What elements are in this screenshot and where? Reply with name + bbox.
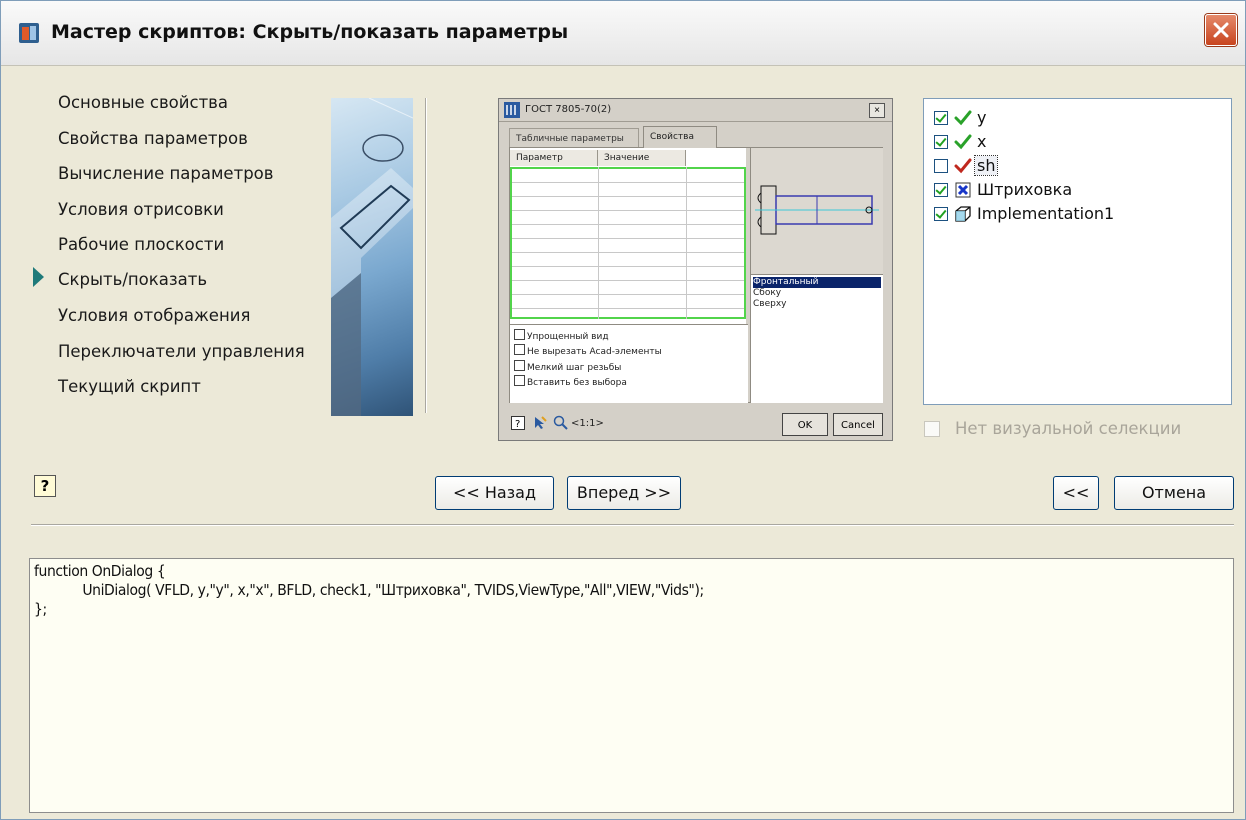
no-visual-selection-checkbox[interactable]	[924, 421, 940, 437]
tree-item-label: Implementation1	[977, 204, 1115, 223]
tree-item-checkbox[interactable]	[934, 183, 948, 197]
preview-view-front: Фронтальный	[753, 277, 881, 288]
preview-option-label: Упрощенный вид	[527, 332, 609, 342]
help-button[interactable]: ?	[34, 475, 56, 497]
preview-view-side: Сбоку	[753, 288, 782, 298]
preview-option-insert-no-select: Вставить без выбора	[514, 375, 627, 389]
grid-col-line	[686, 167, 687, 319]
preview-option-label: Мелкий шаг резьбы	[527, 363, 622, 373]
code-line-1: function OnDialog {	[34, 562, 166, 580]
preview-zoom-icon	[553, 415, 568, 430]
preview-title: ГОСТ 7805-70(2)	[525, 104, 612, 115]
step-work-planes[interactable]: Рабочие плоскости	[58, 235, 224, 254]
cube-icon	[955, 206, 971, 222]
tree-item-checkbox[interactable]	[934, 111, 948, 125]
script-code-area[interactable]: function OnDialog { UniDialog( VFLD, y,"…	[29, 558, 1234, 813]
preview-param-grid: Параметр Значение	[510, 148, 746, 324]
code-line-2: UniDialog( VFLD, y,"y", x,"x", BFLD, che…	[34, 581, 704, 599]
green-check-icon	[954, 110, 972, 126]
code-line-3: };	[34, 600, 47, 618]
back-button[interactable]: << Назад	[435, 476, 554, 510]
preview-view-list: Фронтальный Сбоку Сверху	[750, 274, 883, 403]
close-button[interactable]	[1205, 14, 1237, 46]
tree-item-label: sh	[973, 155, 999, 176]
step-display-conditions[interactable]: Условия отображения	[58, 306, 250, 325]
preview-option-simplified: Упрощенный вид	[514, 329, 609, 343]
preview-bottom-bar: ? <1:1> OK Cancel	[499, 407, 892, 440]
active-step-arrow-icon	[33, 267, 44, 287]
close-icon	[1213, 22, 1229, 38]
tree-item-label: Штриховка	[977, 180, 1073, 199]
tree-item-label: x	[977, 132, 987, 151]
step-hide-show[interactable]: Скрыть/показать	[58, 270, 207, 289]
collapse-button[interactable]: <<	[1053, 476, 1099, 510]
preview-options: Упрощенный вид Не вырезать Acad-элементы…	[510, 324, 748, 403]
step-basic-properties[interactable]: Основные свойства	[58, 93, 228, 112]
script-wizard-window: Мастер скриптов: Скрыть/показать парамет…	[0, 0, 1246, 820]
green-check-icon	[954, 134, 972, 150]
step-current-script[interactable]: Текущий скрипт	[58, 377, 201, 396]
preview-option-label: Вставить без выбора	[527, 378, 627, 388]
window-title: Мастер скриптов: Скрыть/показать парамет…	[51, 21, 569, 43]
blue-x-icon	[955, 182, 971, 198]
preview-cancel-button: Cancel	[833, 413, 883, 436]
svg-text:?: ?	[515, 419, 520, 430]
preview-close-icon: ×	[869, 103, 885, 118]
preview-option-no-cut: Не вырезать Acad-элементы	[514, 344, 662, 358]
preview-grid-cells	[510, 167, 746, 319]
preview-title-bar: ГОСТ 7805-70(2) ×	[499, 99, 892, 122]
red-check-icon	[954, 158, 972, 174]
step-draw-conditions[interactable]: Условия отрисовки	[58, 200, 224, 219]
preview-tab-table-params: Табличные параметры	[509, 128, 639, 148]
app-icon	[19, 23, 39, 43]
preview-bolt-drawing	[750, 148, 883, 274]
preview-ok-button: OK	[782, 413, 828, 436]
preview-option-fine-thread: Мелкий шаг резьбы	[514, 360, 621, 374]
horizontal-divider	[31, 524, 1234, 526]
tree-item-label: y	[977, 108, 987, 127]
step-parameter-calculation[interactable]: Вычисление параметров	[58, 164, 273, 183]
no-visual-selection-label: Нет визуальной селекции	[955, 419, 1182, 438]
preview-app-icon	[504, 102, 520, 118]
vertical-divider	[425, 98, 427, 413]
dialog-preview: ГОСТ 7805-70(2) × Табличные параметры Св…	[498, 98, 893, 441]
preview-tab-body: Параметр Значение Фронтальный Сбоку Свер…	[509, 147, 883, 403]
step-parameter-properties[interactable]: Свойства параметров	[58, 129, 248, 148]
preview-help-icon: ?	[511, 416, 525, 430]
tree-item-checkbox[interactable]	[934, 135, 948, 149]
preview-pick-icon	[535, 416, 547, 429]
parameter-tree: y x sh Штриховка Implementation1	[923, 98, 1232, 405]
tree-item-checkbox[interactable]	[934, 159, 948, 173]
tree-item-checkbox[interactable]	[934, 207, 948, 221]
step-control-switches[interactable]: Переключатели управления	[58, 342, 305, 361]
grid-col-line	[598, 167, 599, 319]
decorative-banner-image	[331, 98, 413, 416]
preview-tab-properties: Свойства	[643, 126, 717, 148]
preview-grid-header-param: Параметр	[510, 150, 598, 166]
cancel-button[interactable]: Отмена	[1114, 476, 1234, 510]
preview-view-top: Сверху	[753, 299, 787, 309]
preview-option-label: Не вырезать Acad-элементы	[527, 347, 662, 357]
preview-zoom-level: <1:1>	[571, 418, 604, 429]
preview-grid-header-value: Значение	[598, 150, 686, 166]
next-button[interactable]: Вперед >>	[567, 476, 681, 510]
title-bar: Мастер скриптов: Скрыть/показать парамет…	[1, 1, 1245, 66]
